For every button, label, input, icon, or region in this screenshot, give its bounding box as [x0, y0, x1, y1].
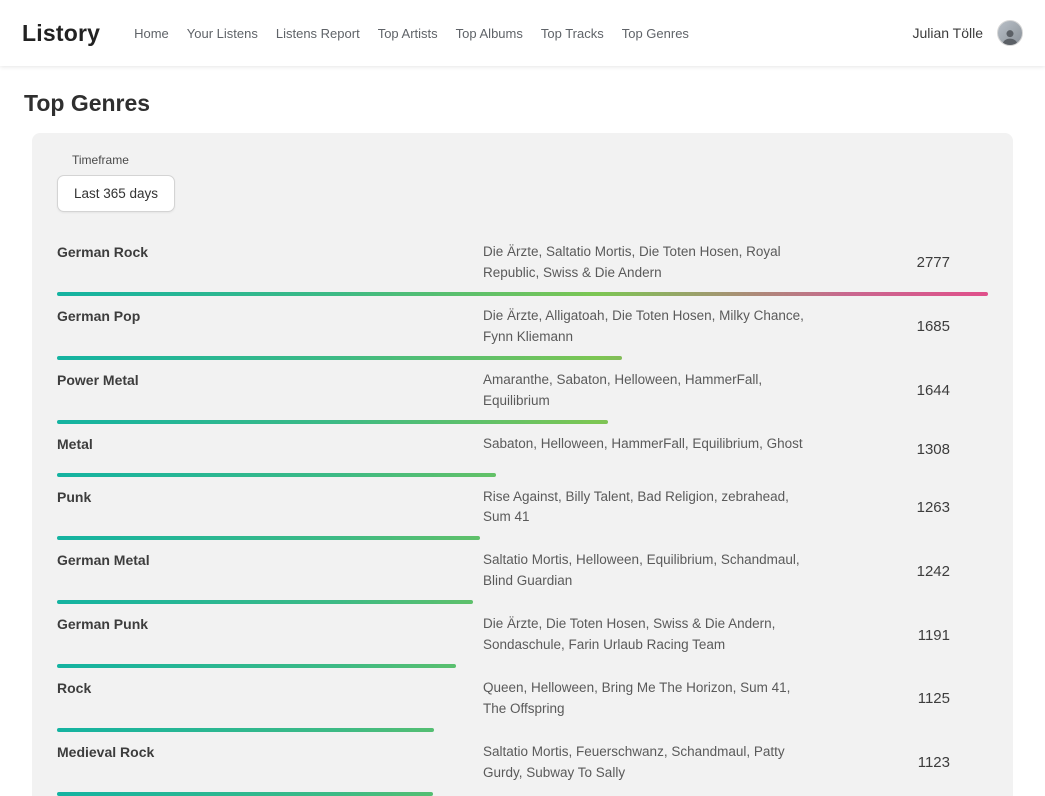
genre-row: Medieval Rock Saltatio Mortis, Feuerschw… [57, 734, 988, 796]
genre-row: Metal Sabaton, Helloween, HammerFall, Eq… [57, 426, 988, 479]
genre-artists: Amaranthe, Sabaton, Helloween, HammerFal… [483, 370, 813, 412]
nav-item-top-tracks[interactable]: Top Tracks [541, 26, 604, 41]
genre-bar-fill [57, 600, 473, 604]
genre-count: 1685 [917, 318, 988, 335]
genre-bar-gradient [57, 792, 433, 796]
genre-bar [57, 356, 988, 360]
nav-item-top-genres[interactable]: Top Genres [622, 26, 689, 41]
genre-bar [57, 420, 988, 424]
genre-row: German Metal Saltatio Mortis, Helloween,… [57, 542, 988, 606]
genre-row: Rock Queen, Helloween, Bring Me The Hori… [57, 670, 988, 734]
genre-artists: Queen, Helloween, Bring Me The Horizon, … [483, 678, 813, 720]
genre-bar-fill [57, 728, 434, 732]
genre-count: 1644 [917, 382, 988, 399]
genre-row: German Punk Die Ärzte, Die Toten Hosen, … [57, 606, 988, 670]
genre-bar [57, 600, 988, 604]
genre-name: German Rock [57, 242, 483, 260]
genre-bar [57, 536, 988, 540]
genre-bar-gradient [57, 664, 456, 668]
genre-name: Rock [57, 678, 483, 696]
genre-name: German Punk [57, 614, 483, 632]
genre-bar-fill [57, 664, 456, 668]
genre-bar-gradient [57, 473, 496, 477]
genre-bar [57, 664, 988, 668]
genre-bar-fill [57, 473, 496, 477]
timeframe-value: Last 365 days [74, 186, 158, 201]
genre-bar-fill [57, 536, 480, 540]
page-title: Top Genres [24, 90, 1021, 117]
app-logo[interactable]: Listory [22, 20, 100, 47]
genre-bar [57, 792, 988, 796]
genre-count: 2777 [917, 254, 988, 271]
user-avatar[interactable] [997, 20, 1023, 46]
genre-name: German Metal [57, 550, 483, 568]
genre-bar-gradient [57, 728, 434, 732]
timeframe-select[interactable]: Last 365 days [57, 175, 175, 212]
genre-bar-fill [57, 292, 988, 296]
genre-name: Punk [57, 487, 483, 505]
top-nav: Listory Home Your Listens Listens Report… [0, 0, 1045, 66]
nav-item-top-artists[interactable]: Top Artists [378, 26, 438, 41]
nav-item-listens-report[interactable]: Listens Report [276, 26, 360, 41]
genre-name: Power Metal [57, 370, 483, 388]
genre-name: Metal [57, 434, 483, 452]
genre-bar-gradient [57, 600, 473, 604]
genre-bar [57, 292, 988, 296]
nav-item-home[interactable]: Home [134, 26, 169, 41]
page-content: Top Genres Timeframe Last 365 days Germa… [0, 66, 1045, 796]
genre-artists: Die Ärzte, Alligatoah, Die Toten Hosen, … [483, 306, 813, 348]
genre-bar [57, 473, 988, 477]
genre-row: Power Metal Amaranthe, Sabaton, Hellowee… [57, 362, 988, 426]
genre-bar-fill [57, 792, 433, 796]
genre-count: 1123 [918, 754, 988, 771]
genre-artists: Die Ärzte, Die Toten Hosen, Swiss & Die … [483, 614, 813, 656]
genre-count: 1308 [917, 441, 988, 458]
genre-count: 1242 [917, 563, 988, 580]
genre-row: German Rock Die Ärzte, Saltatio Mortis, … [57, 234, 988, 298]
genre-bar-gradient [57, 536, 480, 540]
main-nav: Home Your Listens Listens Report Top Art… [134, 26, 912, 41]
user-silhouette-icon [1000, 27, 1020, 46]
nav-item-your-listens[interactable]: Your Listens [187, 26, 258, 41]
genre-count: 1191 [918, 627, 988, 644]
genre-bar-fill [57, 356, 622, 360]
timeframe-label: Timeframe [72, 153, 988, 167]
genre-artists: Saltatio Mortis, Helloween, Equilibrium,… [483, 550, 813, 592]
genres-card: Timeframe Last 365 days German Rock Die … [32, 133, 1013, 796]
genre-row: Punk Rise Against, Billy Talent, Bad Rel… [57, 479, 988, 543]
genre-count: 1263 [917, 499, 988, 516]
nav-item-top-albums[interactable]: Top Albums [456, 26, 523, 41]
genre-count: 1125 [918, 690, 988, 707]
genre-artists: Rise Against, Billy Talent, Bad Religion… [483, 487, 813, 529]
user-name[interactable]: Julian Tölle [912, 25, 983, 41]
genre-artists: Die Ärzte, Saltatio Mortis, Die Toten Ho… [483, 242, 813, 284]
genre-table: German Rock Die Ärzte, Saltatio Mortis, … [57, 234, 988, 796]
genre-bar-fill [57, 420, 608, 424]
genre-bar-gradient [57, 292, 988, 296]
genre-bar-gradient [57, 420, 608, 424]
user-menu: Julian Tölle [912, 20, 1023, 46]
genre-artists: Sabaton, Helloween, HammerFall, Equilibr… [483, 434, 813, 455]
genre-bar-gradient [57, 356, 622, 360]
genre-name: German Pop [57, 306, 483, 324]
genre-bar [57, 728, 988, 732]
genre-name: Medieval Rock [57, 742, 483, 760]
genre-row: German Pop Die Ärzte, Alligatoah, Die To… [57, 298, 988, 362]
genre-artists: Saltatio Mortis, Feuerschwanz, Schandmau… [483, 742, 813, 784]
